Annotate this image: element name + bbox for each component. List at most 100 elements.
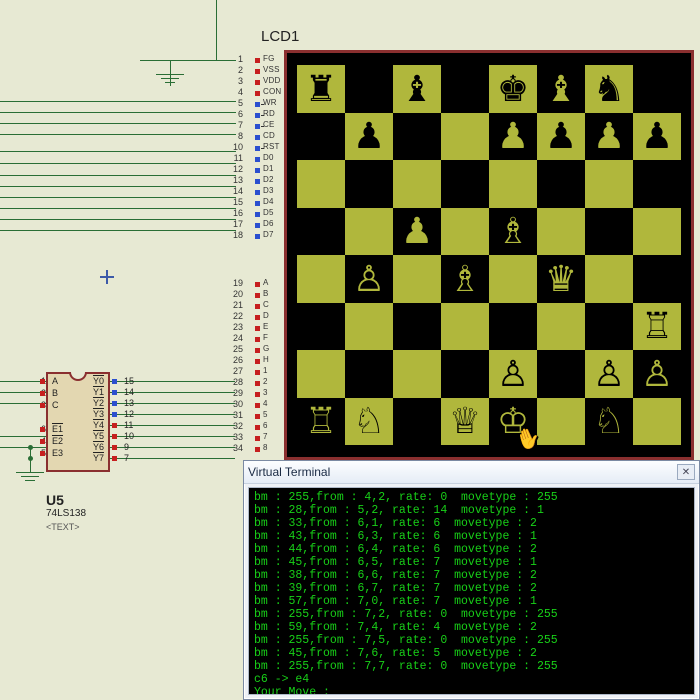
pin-8: 348	[233, 444, 271, 455]
square-3-0[interactable]	[297, 208, 345, 256]
pin-d7: 18D7	[233, 231, 271, 242]
square-7-5[interactable]	[537, 398, 585, 446]
square-5-4[interactable]	[489, 303, 537, 351]
close-icon[interactable]: ✕	[677, 464, 695, 480]
piece-wn: ♘	[593, 403, 625, 439]
piece-wp: ♙	[641, 356, 673, 392]
square-5-3[interactable]	[441, 303, 489, 351]
square-4-4[interactable]	[489, 255, 537, 303]
piece-bb: ♝	[545, 71, 577, 107]
square-0-6[interactable]: ♞	[585, 65, 633, 113]
piece-wb: ♗	[449, 261, 481, 297]
square-2-3[interactable]	[441, 160, 489, 208]
square-7-7[interactable]	[633, 398, 681, 446]
square-3-5[interactable]	[537, 208, 585, 256]
piece-wr: ♖	[305, 403, 337, 439]
square-3-7[interactable]	[633, 208, 681, 256]
square-0-5[interactable]: ♝	[537, 65, 585, 113]
square-5-6[interactable]	[585, 303, 633, 351]
square-1-3[interactable]	[441, 113, 489, 161]
square-2-0[interactable]	[297, 160, 345, 208]
piece-bn: ♞	[593, 71, 625, 107]
square-3-1[interactable]	[345, 208, 393, 256]
square-2-7[interactable]	[633, 160, 681, 208]
square-6-3[interactable]	[441, 350, 489, 398]
square-5-0[interactable]	[297, 303, 345, 351]
square-5-2[interactable]	[393, 303, 441, 351]
square-3-2[interactable]: ♟	[393, 208, 441, 256]
chip-text: <TEXT>	[46, 522, 80, 532]
square-6-1[interactable]	[345, 350, 393, 398]
chip-part: 74LS138	[46, 508, 86, 519]
chess-board: ♜♝♚♝♞♟♟♟♟♟♟♗♙♗♛♖♙♙♙♖♘♕♔♘	[297, 65, 681, 445]
square-3-3[interactable]	[441, 208, 489, 256]
square-1-6[interactable]: ♟	[585, 113, 633, 161]
square-1-7[interactable]: ♟	[633, 113, 681, 161]
square-7-0[interactable]: ♖	[297, 398, 345, 446]
square-6-2[interactable]	[393, 350, 441, 398]
piece-wq: ♕	[449, 403, 481, 439]
square-0-2[interactable]: ♝	[393, 65, 441, 113]
piece-wp: ♙	[497, 356, 529, 392]
square-7-3[interactable]: ♕	[441, 398, 489, 446]
square-7-1[interactable]: ♘	[345, 398, 393, 446]
square-0-4[interactable]: ♚	[489, 65, 537, 113]
square-3-4[interactable]: ♗	[489, 208, 537, 256]
schematic-canvas[interactable]: LCD1 1FG2VSS3VDD4CON5WR6RD7CE8CD10RST11D…	[0, 0, 700, 700]
square-6-0[interactable]	[297, 350, 345, 398]
square-2-5[interactable]	[537, 160, 585, 208]
square-6-4[interactable]: ♙	[489, 350, 537, 398]
square-5-1[interactable]	[345, 303, 393, 351]
piece-bp: ♟	[497, 118, 529, 154]
piece-bb: ♝	[401, 71, 433, 107]
square-4-0[interactable]	[297, 255, 345, 303]
lcd-chess-display[interactable]: ♜♝♚♝♞♟♟♟♟♟♟♗♙♗♛♖♙♙♙♖♘♕♔♘	[284, 50, 694, 460]
piece-wk: ♔	[497, 403, 529, 439]
square-2-4[interactable]	[489, 160, 537, 208]
piece-bk: ♚	[497, 71, 529, 107]
square-7-6[interactable]: ♘	[585, 398, 633, 446]
piece-bp: ♟	[593, 118, 625, 154]
square-7-4[interactable]: ♔	[489, 398, 537, 446]
piece-wr: ♖	[641, 308, 673, 344]
lcd-ref-label: LCD1	[261, 28, 299, 45]
square-4-6[interactable]	[585, 255, 633, 303]
square-4-5[interactable]: ♛	[537, 255, 585, 303]
square-5-7[interactable]: ♖	[633, 303, 681, 351]
square-1-1[interactable]: ♟	[345, 113, 393, 161]
square-1-5[interactable]: ♟	[537, 113, 585, 161]
square-3-6[interactable]	[585, 208, 633, 256]
piece-wp: ♙	[353, 261, 385, 297]
square-1-2[interactable]	[393, 113, 441, 161]
square-4-1[interactable]: ♙	[345, 255, 393, 303]
piece-wb: ♗	[497, 213, 529, 249]
virtual-terminal-window[interactable]: Virtual Terminal ✕ bm : 255,from : 4,2, …	[243, 460, 700, 700]
lcd-pin-strip-top: 1FG2VSS3VDD4CON5WR6RD7CE8CD10RST11D012D1…	[233, 55, 271, 242]
piece-wp: ♙	[593, 356, 625, 392]
vt-titlebar[interactable]: Virtual Terminal ✕	[244, 461, 699, 484]
square-2-1[interactable]	[345, 160, 393, 208]
vt-title: Virtual Terminal	[248, 465, 330, 479]
piece-bq: ♛	[545, 261, 577, 297]
piece-br: ♜	[305, 71, 337, 107]
square-6-7[interactable]: ♙	[633, 350, 681, 398]
square-2-6[interactable]	[585, 160, 633, 208]
square-4-2[interactable]	[393, 255, 441, 303]
square-0-0[interactable]: ♜	[297, 65, 345, 113]
square-0-3[interactable]	[441, 65, 489, 113]
piece-bp: ♟	[545, 118, 577, 154]
square-0-1[interactable]	[345, 65, 393, 113]
square-7-2[interactable]	[393, 398, 441, 446]
vt-output[interactable]: bm : 255,from : 4,2, rate: 0 movetype : …	[248, 487, 695, 695]
origin-marker	[100, 270, 114, 284]
square-0-7[interactable]	[633, 65, 681, 113]
square-4-7[interactable]	[633, 255, 681, 303]
square-5-5[interactable]	[537, 303, 585, 351]
square-1-4[interactable]: ♟	[489, 113, 537, 161]
square-6-6[interactable]: ♙	[585, 350, 633, 398]
piece-bp: ♟	[641, 118, 673, 154]
square-4-3[interactable]: ♗	[441, 255, 489, 303]
square-6-5[interactable]	[537, 350, 585, 398]
square-1-0[interactable]	[297, 113, 345, 161]
square-2-2[interactable]	[393, 160, 441, 208]
